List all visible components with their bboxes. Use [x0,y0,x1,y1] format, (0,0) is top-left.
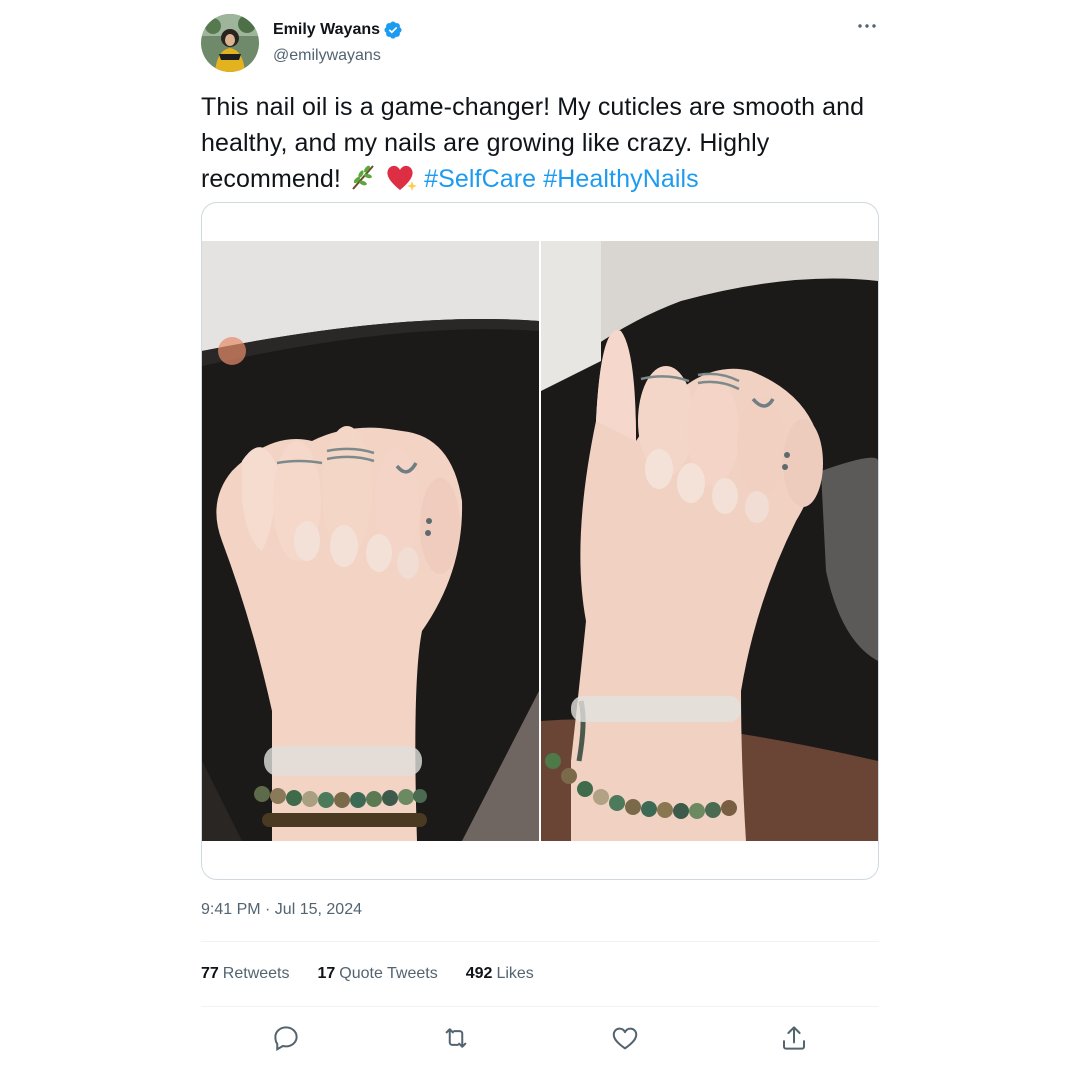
likes-count: 492 [465,965,493,982]
share-icon[interactable] [779,1023,809,1053]
retweets-stat[interactable]: 77 Retweets [201,965,290,983]
divider-bottom [201,1006,879,1007]
like-icon[interactable] [610,1023,640,1053]
retweets-count: 77 [201,965,219,982]
more-options-icon[interactable] [855,14,879,38]
quote-tweets-stat[interactable]: 17 Quote Tweets [318,965,438,983]
quote-tweets-count: 17 [317,965,336,982]
tweet-timestamp[interactable]: 9:41 PM · Jul 15, 2024 [201,901,362,919]
hashtag-healthynails[interactable]: #HealthyNails [543,165,699,193]
hand-fist-photo-right-icon [541,241,878,841]
user-handle[interactable]: @emilywayans [273,47,381,65]
avatar-photo-icon [201,14,259,72]
retweet-icon[interactable] [441,1023,471,1053]
sparkling-heart-emoji-icon [387,165,418,191]
tweet-text: This nail oil is a game-changer! My cuti… [201,89,879,197]
quote-tweets-label: Quote Tweets [339,965,438,982]
photo-left[interactable] [202,241,539,841]
user-name-row[interactable]: Emily Wayans [273,19,403,41]
photo-right[interactable] [541,241,878,841]
avatar[interactable] [201,14,259,72]
engagement-stats: 77 Retweets 17 Quote Tweets 492 Likes [201,965,562,983]
media-card[interactable] [201,202,879,880]
reply-icon[interactable] [271,1023,301,1053]
display-name[interactable]: Emily Wayans [273,21,380,39]
hashtag-selfcare[interactable]: #SelfCare [424,165,536,193]
retweets-label: Retweets [222,965,290,982]
verified-badge-icon [384,21,402,39]
likes-label: Likes [496,965,534,982]
likes-stat[interactable]: 492 Likes [466,965,534,983]
herb-emoji-icon [352,165,374,190]
divider-top [201,941,879,942]
hand-fist-photo-left-icon [202,241,539,841]
action-bar [201,1020,879,1054]
